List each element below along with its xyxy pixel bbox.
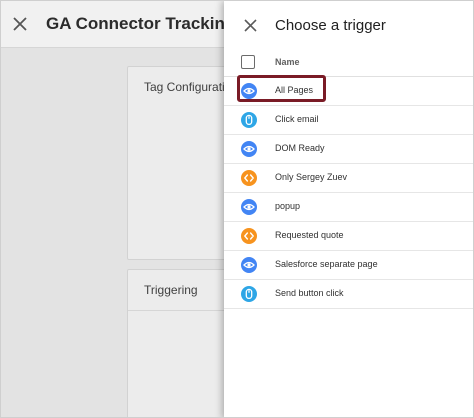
trigger-row[interactable]: Click email	[224, 106, 473, 135]
mouse-icon	[241, 112, 257, 128]
trigger-name: Click email	[275, 114, 319, 124]
trigger-list: All Pages Click email DOM Ready Only Sergey…	[224, 77, 473, 309]
trigger-row[interactable]: All Pages	[224, 77, 473, 106]
panel-title: Choose a trigger	[275, 17, 386, 34]
trigger-name: Send button click	[275, 288, 344, 298]
code-icon	[241, 170, 257, 186]
eye-icon	[241, 83, 257, 99]
close-icon[interactable]	[12, 16, 28, 32]
trigger-row[interactable]: Only Sergey Zuev	[224, 164, 473, 193]
triggering-card[interactable]: Triggering	[127, 269, 239, 417]
mouse-icon	[241, 286, 257, 302]
trigger-row[interactable]: Send button click	[224, 280, 473, 309]
select-all-checkbox[interactable]	[241, 55, 255, 69]
trigger-row[interactable]: Requested quote	[224, 222, 473, 251]
triggering-title: Triggering	[144, 283, 198, 297]
trigger-list-header: Name	[224, 49, 473, 77]
trigger-row[interactable]: DOM Ready	[224, 135, 473, 164]
eye-icon	[241, 199, 257, 215]
card-divider	[128, 310, 238, 311]
eye-icon	[241, 257, 257, 273]
trigger-name: Requested quote	[275, 230, 344, 240]
screenshot-frame: GA Connector Tracking Code Tag Configura…	[0, 0, 474, 418]
trigger-name: DOM Ready	[275, 143, 325, 153]
column-header-name[interactable]: Name	[275, 57, 300, 67]
trigger-name: Salesforce separate page	[275, 259, 378, 269]
close-icon[interactable]	[243, 18, 258, 33]
eye-icon	[241, 141, 257, 157]
trigger-row[interactable]: Salesforce separate page	[224, 251, 473, 280]
trigger-name: Only Sergey Zuev	[275, 172, 348, 182]
trigger-row[interactable]: popup	[224, 193, 473, 222]
trigger-name: All Pages	[275, 85, 314, 95]
choose-trigger-panel: Choose a trigger Name All Pages Click ema…	[224, 1, 473, 417]
code-icon	[241, 228, 257, 244]
trigger-name: popup	[275, 201, 301, 211]
tag-configuration-card[interactable]: Tag Configuration	[127, 66, 239, 260]
